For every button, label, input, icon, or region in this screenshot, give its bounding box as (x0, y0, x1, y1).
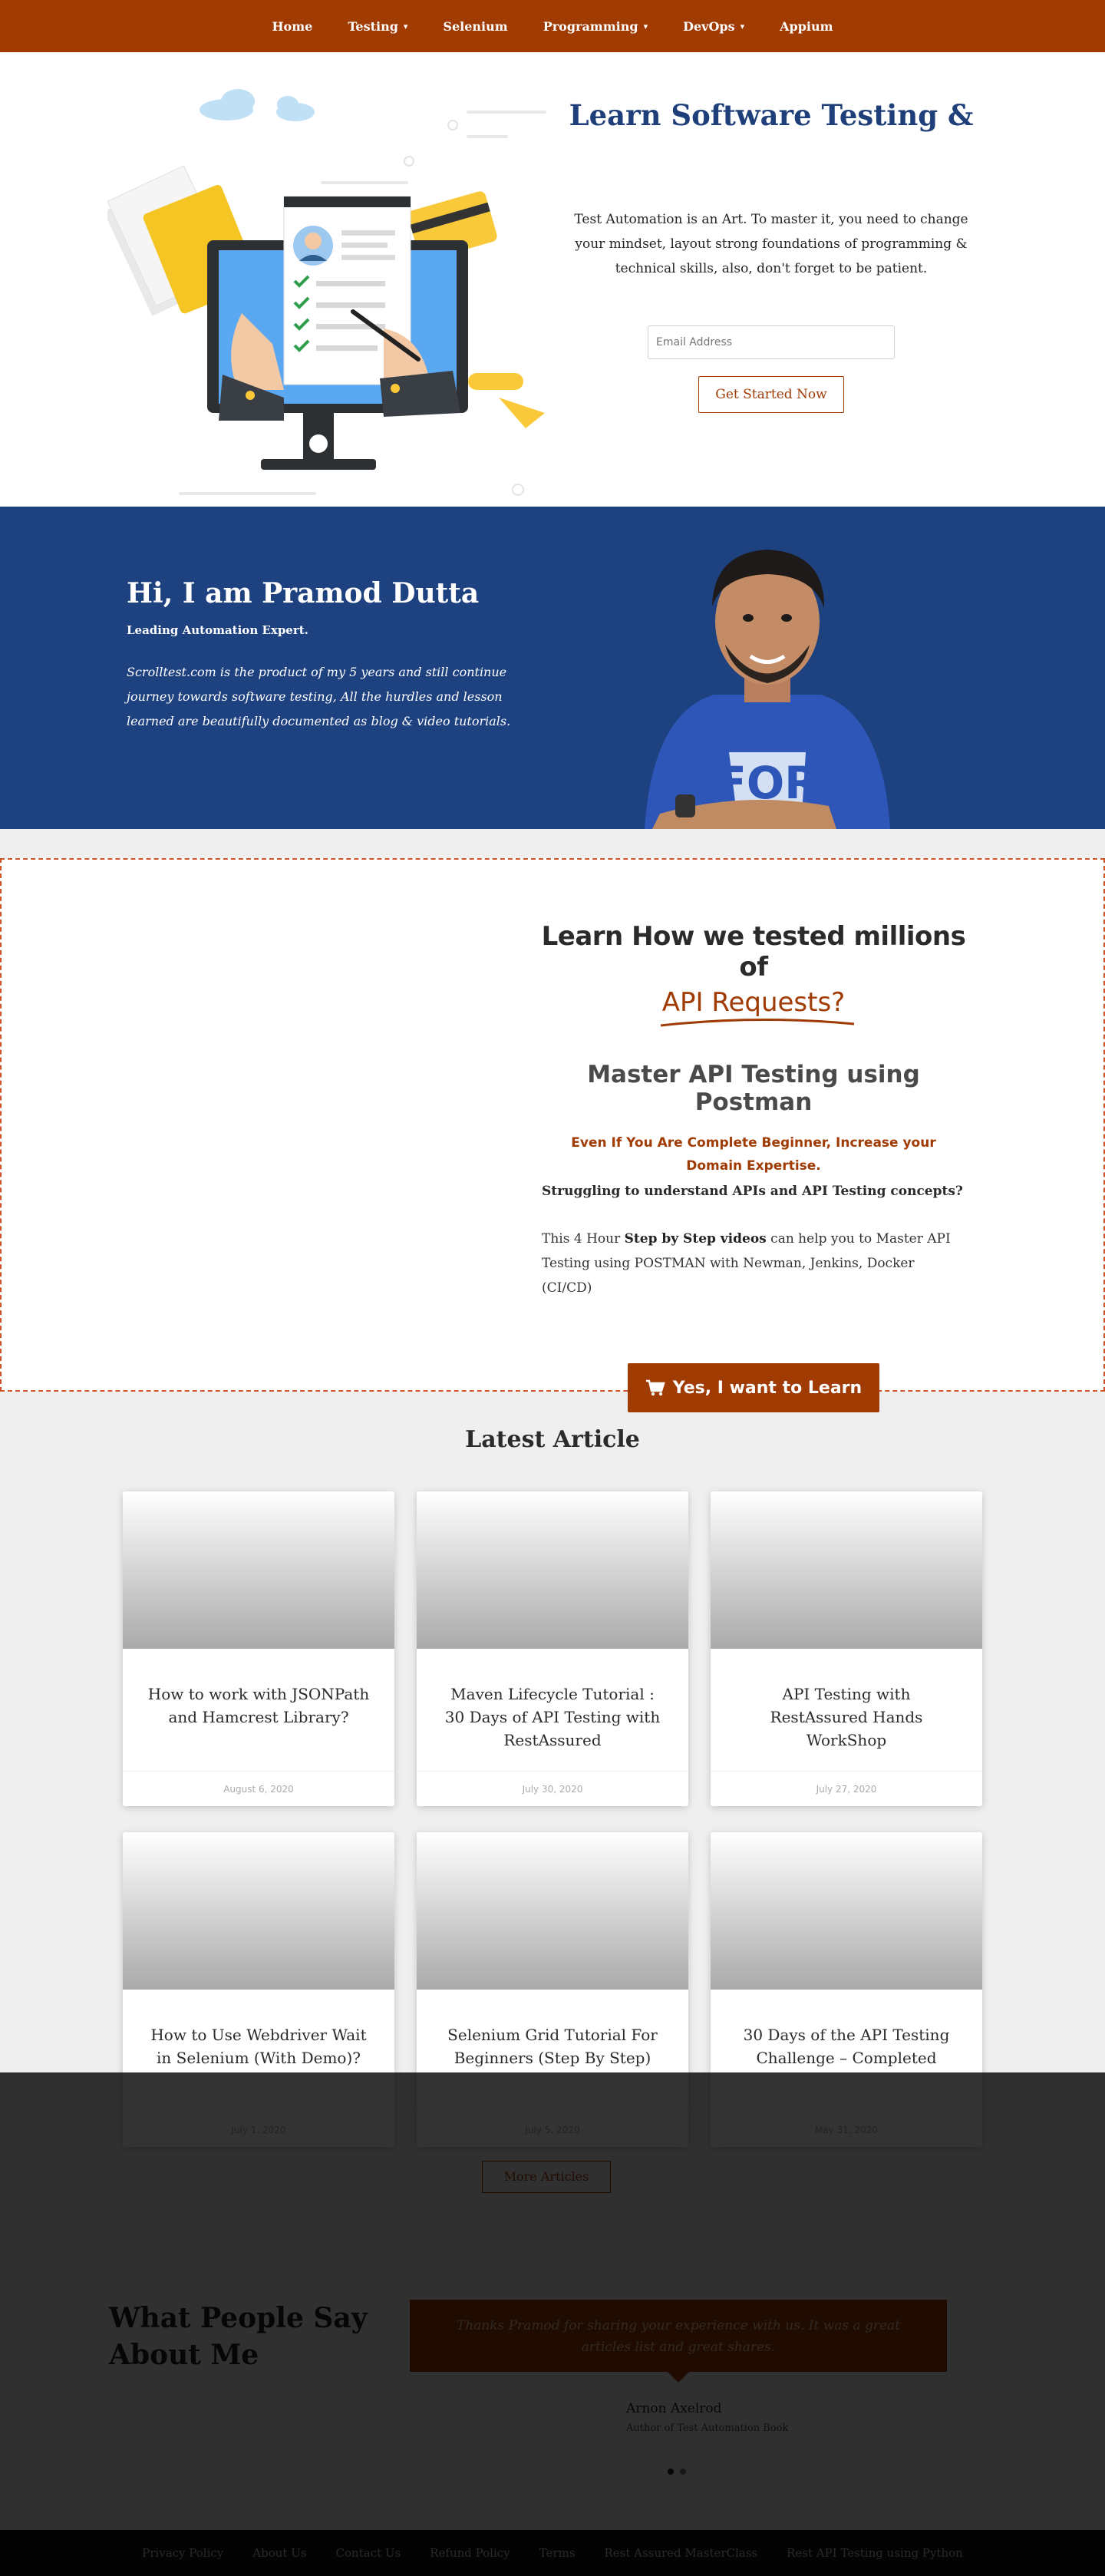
testimonials-title: What People Say About Me (109, 2302, 368, 2371)
article-title[interactable]: API Testing with RestAssured Hands WorkS… (711, 1649, 982, 1770)
carousel-dots (668, 2469, 686, 2475)
article-thumbnail[interactable] (711, 1491, 982, 1649)
course-promo-section: Learn How we tested millions of API Requ… (0, 858, 1105, 1412)
article-title[interactable]: Maven Lifecycle Tutorial : 30 Days of AP… (417, 1649, 688, 1770)
learn-button-label: Yes, I want to Learn (672, 1378, 863, 1398)
footer-link-restassured[interactable]: Rest Assured MasterClass (604, 2546, 757, 2560)
footer: Privacy Policy About Us Contact Us Refun… (0, 2530, 1105, 2576)
course-body-bold: Step by Step videos (624, 1231, 767, 1247)
article-card[interactable]: Selenium Grid Tutorial For Beginners (St… (417, 1832, 688, 2147)
nav-item-programming[interactable]: Programming ▾ (526, 19, 665, 34)
article-date: May 31, 2020 (711, 2112, 982, 2147)
article-card[interactable]: How to work with JSONPath and Hamcrest L… (123, 1491, 394, 1806)
get-started-button[interactable]: Get Started Now (698, 376, 844, 413)
learn-button[interactable]: Yes, I want to Learn (628, 1363, 879, 1412)
course-content: Learn How we tested millions of API Requ… (539, 921, 968, 1412)
footer-link-contact[interactable]: Contact Us (336, 2546, 401, 2560)
article-date: July 30, 2020 (417, 1771, 688, 1806)
course-heading: Learn How we tested millions of (541, 921, 966, 983)
carousel-dot[interactable] (680, 2469, 686, 2475)
article-thumbnail[interactable] (123, 1832, 394, 1990)
underline-swoosh (660, 1018, 854, 1027)
article-thumbnail[interactable] (711, 1832, 982, 1990)
hero-section: Learn Software Testing & Test Automation… (0, 52, 1105, 507)
article-thumbnail[interactable] (123, 1491, 394, 1649)
course-heading-highlight-text: API Requests? (661, 987, 846, 1018)
nav-item-label: Appium (780, 18, 833, 34)
nav-item-label: Testing (348, 18, 398, 34)
author-name: Hi, I am Pramod Dutta (127, 577, 480, 609)
article-date: July 5, 2020 (417, 2112, 688, 2147)
nav-item-label: Selenium (443, 18, 508, 34)
chevron-down-icon: ▾ (403, 21, 408, 31)
hero-title: Learn Software Testing & (569, 98, 974, 132)
hero-content: Learn Software Testing & Test Automation… (568, 98, 975, 413)
article-title[interactable]: Selenium Grid Tutorial For Beginners (St… (417, 1990, 688, 2111)
course-heading-highlight: API Requests? (660, 987, 854, 1027)
chevron-down-icon: ▾ (740, 21, 745, 31)
author-role: Leading Automation Expert. (127, 623, 308, 637)
hero-description: Test Automation is an Art. To master it,… (574, 212, 968, 276)
nav-item-home[interactable]: Home (254, 19, 330, 34)
course-subheading: Master API Testing using Postman (587, 1061, 920, 1116)
article-grid: How to work with JSONPath and Hamcrest L… (123, 1491, 982, 2147)
software-testing-illustration (107, 89, 546, 496)
footer-link-terms[interactable]: Terms (539, 2546, 576, 2560)
nav-item-label: Programming (543, 18, 638, 34)
footer-link-refund[interactable]: Refund Policy (430, 2546, 510, 2560)
article-card[interactable]: API Testing with RestAssured Hands WorkS… (711, 1491, 982, 1806)
nav-item-devops[interactable]: DevOps ▾ (665, 19, 762, 34)
testimonial-author: Arnon Axelrod (626, 2401, 722, 2416)
testimonial-author-role: Author of Test Automation Book (626, 2422, 789, 2434)
article-date: July 27, 2020 (711, 1771, 982, 1806)
course-tagline: Even If You Are Complete Beginner, Incre… (571, 1135, 936, 1174)
course-body: This 4 Hour Step by Step videos can help… (539, 1227, 968, 1300)
article-date: August 6, 2020 (123, 1771, 394, 1806)
article-card[interactable]: 30 Days of the API Testing Challenge – C… (711, 1832, 982, 2147)
author-bio: Scrolltest.com is the product of my 5 ye… (127, 665, 511, 728)
article-date: July 1, 2020 (123, 2112, 394, 2147)
article-thumbnail[interactable] (417, 1491, 688, 1649)
article-card[interactable]: How to Use Webdriver Wait in Selenium (W… (123, 1832, 394, 2147)
email-input[interactable] (648, 325, 895, 359)
course-question: Struggling to understand APIs and API Te… (542, 1184, 963, 1199)
about-section: Hi, I am Pramod Dutta Leading Automation… (0, 507, 1105, 829)
nav-item-label: Home (272, 18, 313, 34)
top-nav: Home Testing ▾ Selenium Programming ▾ DevO… (0, 0, 1105, 52)
nav-item-selenium[interactable]: Selenium (425, 19, 525, 34)
chevron-down-icon: ▾ (643, 21, 648, 31)
more-articles-button[interactable]: More Articles (482, 2161, 611, 2193)
nav-item-testing[interactable]: Testing ▾ (330, 19, 425, 34)
nav-item-appium[interactable]: Appium (762, 19, 850, 34)
footer-link-python[interactable]: Rest API Testing using Python (787, 2546, 963, 2560)
author-photo: FOR (645, 550, 890, 829)
article-card[interactable]: Maven Lifecycle Tutorial : 30 Days of AP… (417, 1491, 688, 1806)
testimonial-quote: Thanks Pramod for sharing your experienc… (410, 2300, 947, 2383)
carousel-dot[interactable] (668, 2469, 674, 2475)
article-title[interactable]: How to Use Webdriver Wait in Selenium (W… (123, 1990, 394, 2111)
article-thumbnail[interactable] (417, 1832, 688, 1990)
article-title[interactable]: 30 Days of the API Testing Challenge – C… (711, 1990, 982, 2111)
footer-link-privacy[interactable]: Privacy Policy (142, 2546, 223, 2560)
article-title[interactable]: How to work with JSONPath and Hamcrest L… (123, 1649, 394, 1770)
footer-link-about[interactable]: About Us (252, 2546, 306, 2560)
nav-item-label: DevOps (683, 18, 735, 34)
course-body-prefix: This 4 Hour (542, 1231, 625, 1247)
latest-article-title: Latest Article (465, 1426, 640, 1453)
cart-icon (645, 1379, 665, 1396)
